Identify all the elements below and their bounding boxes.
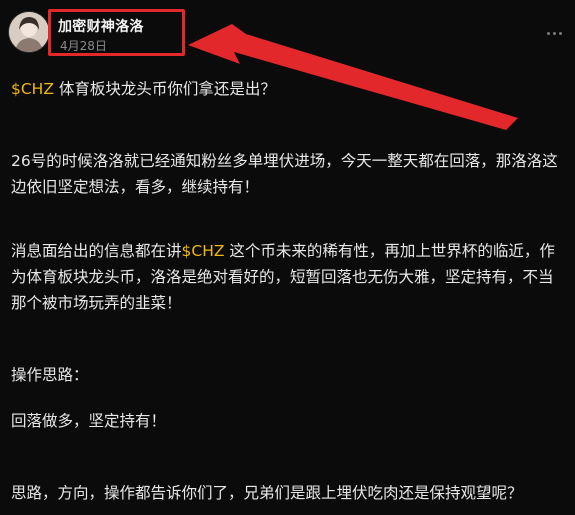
cashtag-link[interactable]: $CHZ [182,242,225,260]
post-paragraph-3: 消息面给出的信息都在讲$CHZ 这个币未来的稀有性，再加上世界杯的临近，作为体育… [11,238,567,316]
avatar[interactable] [9,12,49,52]
paragraph-text: 消息面给出的信息都在讲 [11,242,182,260]
author-name[interactable]: 加密财神洛洛 [58,16,144,36]
post-paragraph-2: 26号的时候洛洛就已经通知粉丝多单埋伏进场，今天一整天都在回落，那洛洛这边依旧坚… [11,152,558,196]
post-paragraph-5: 回落做多，坚定持有！ [11,412,167,430]
post-header: 加密财神洛洛 4月28日 [0,0,575,64]
paragraph-text: 体育板块龙头币你们拿还是出？ [53,80,276,98]
post-paragraph-6: 思路，方向，操作都告诉你们了，兄弟们是跟上埋伏吃肉还是保持观望呢？ [11,484,523,502]
post-paragraph-4: 操作思路： [11,366,89,384]
post-paragraph-1: $CHZ 体育板块龙头币你们拿还是出？ [11,76,567,102]
more-dots-icon[interactable] [541,20,567,46]
post-date: 4月28日 [60,39,107,53]
cashtag-link[interactable]: $CHZ [11,80,54,98]
avatar-image [9,12,49,52]
